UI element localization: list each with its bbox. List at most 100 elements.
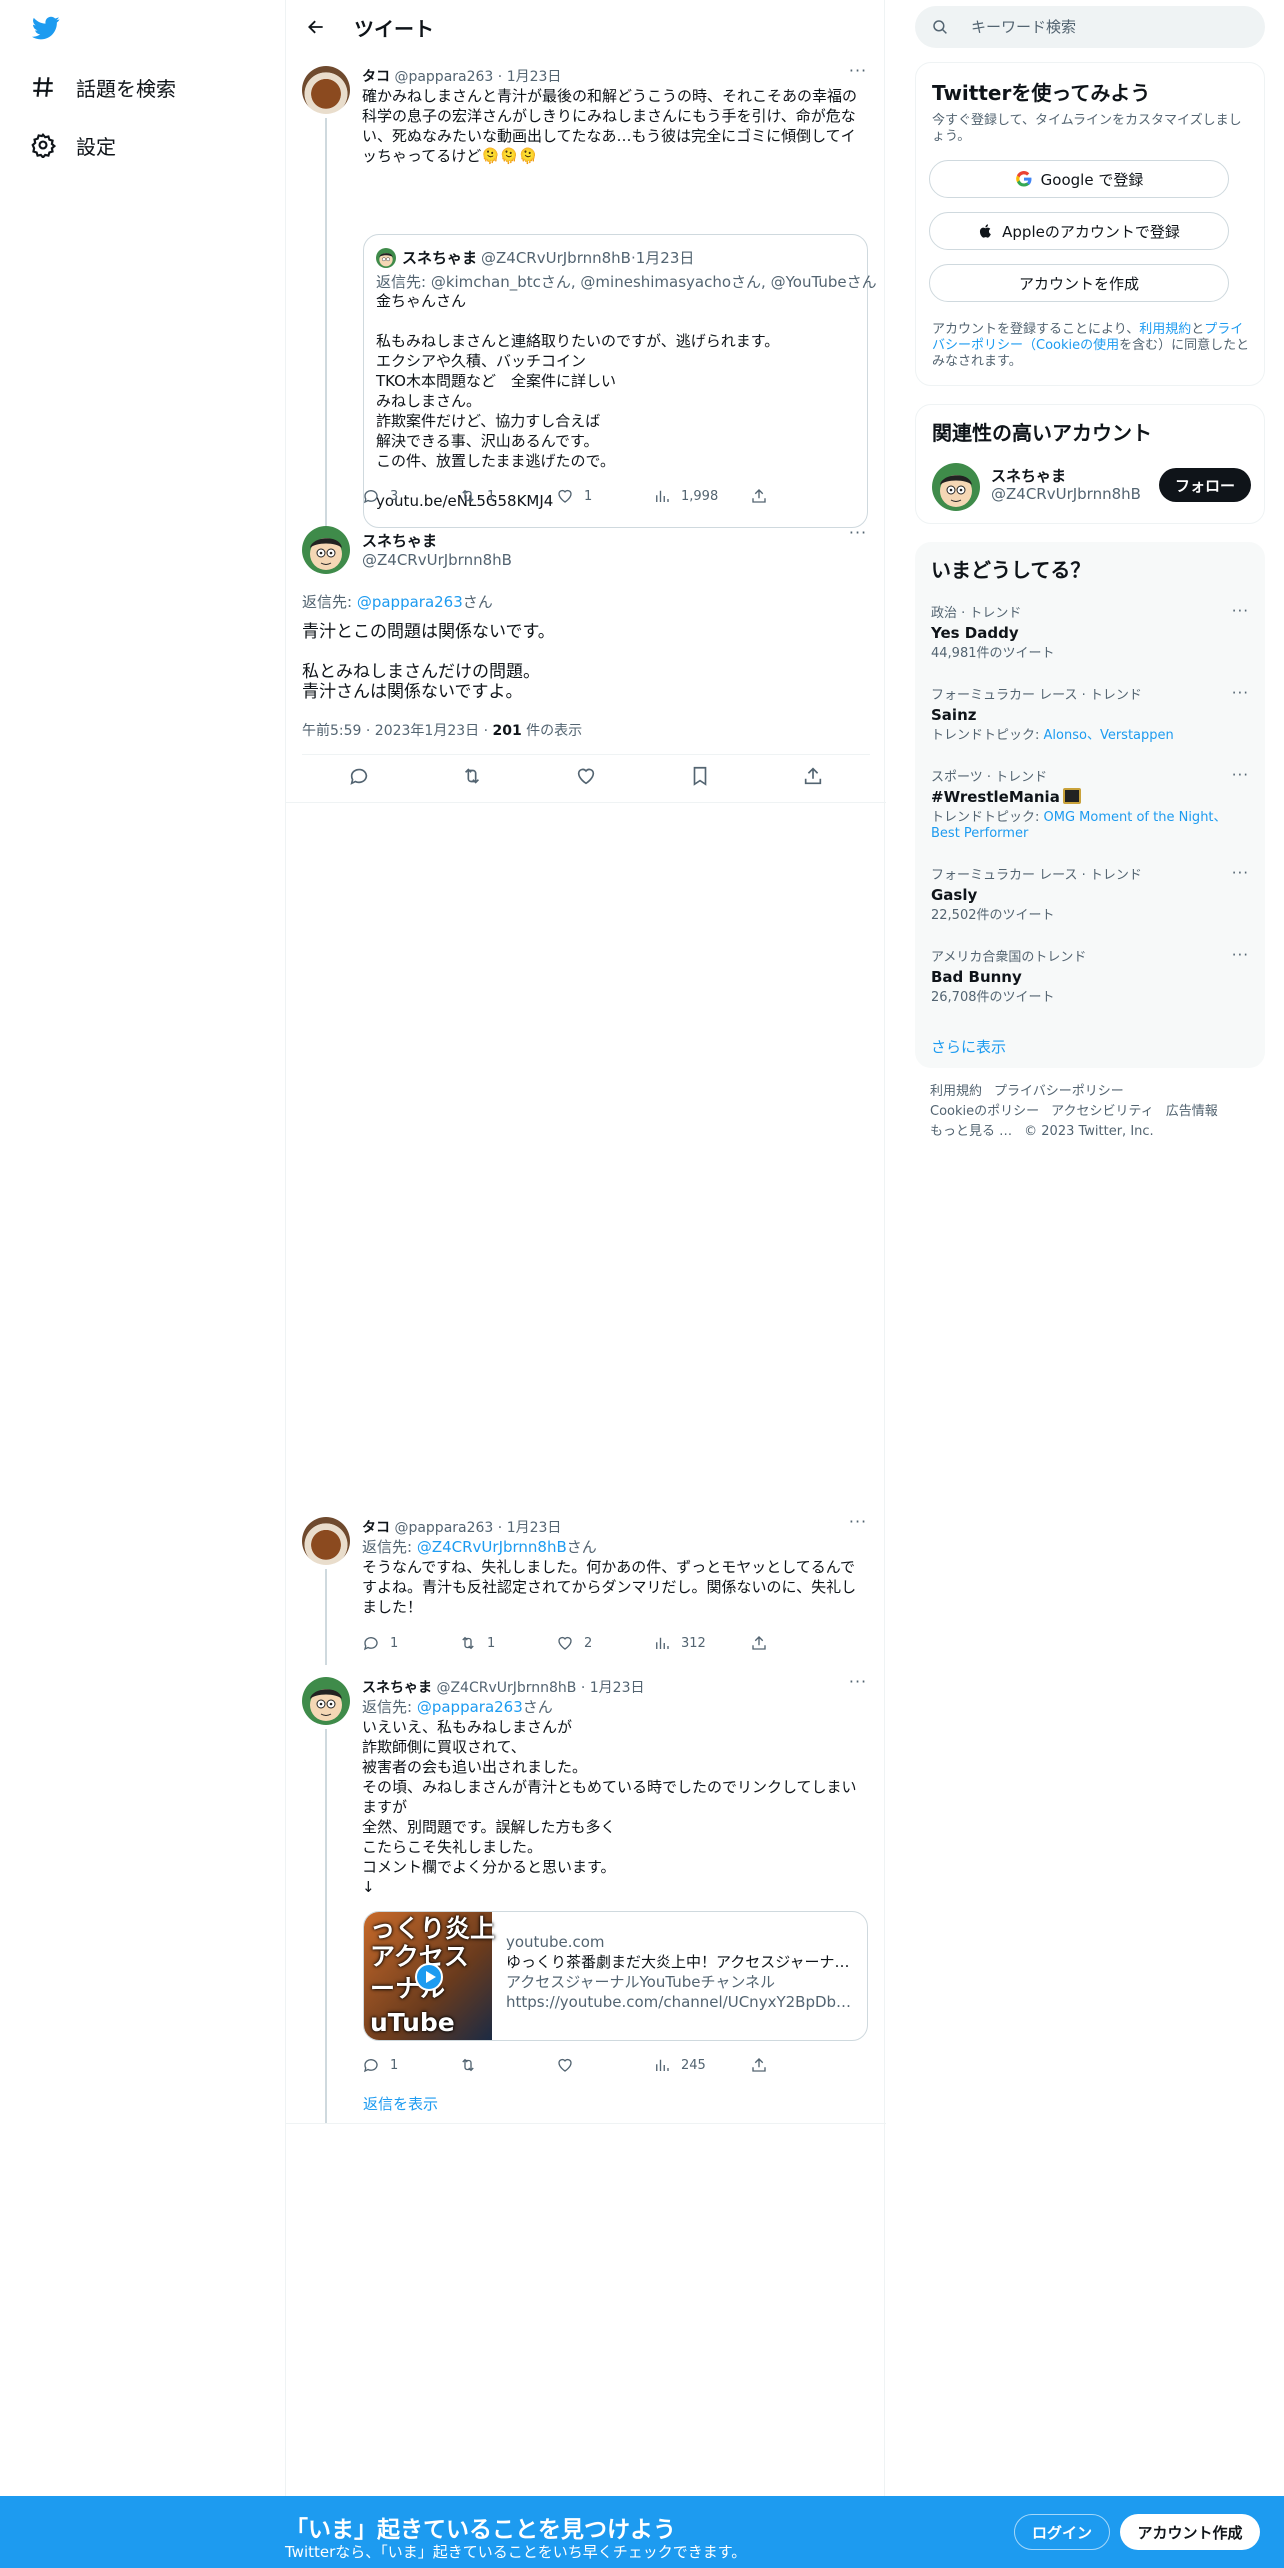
related-name[interactable]: スネちゃま — [991, 465, 1066, 486]
tweet-date[interactable]: 1月23日 — [590, 1680, 645, 1696]
related-title: 関連性の高いアカウント — [932, 421, 1152, 445]
share-button[interactable] — [750, 485, 847, 507]
nav-explore[interactable]: 話題を検索 — [28, 67, 176, 107]
create-account-button[interactable]: アカウントを作成 — [929, 264, 1229, 302]
author-handle[interactable]: @Z4CRvUrJbrnn8hB — [362, 551, 512, 569]
like-button[interactable] — [556, 2054, 653, 2076]
share-icon[interactable] — [802, 765, 824, 787]
signup-button[interactable]: アカウント作成 — [1120, 2514, 1260, 2550]
tweet-date[interactable]: 1月23日 — [507, 1520, 562, 1536]
like-button[interactable]: 2 — [556, 1632, 653, 1654]
author-handle[interactable]: @Z4CRvUrJbrnn8hB — [436, 1680, 576, 1696]
google-signup-button[interactable]: Google で登録 — [929, 160, 1229, 198]
author-handle[interactable]: @pappara263 — [394, 69, 493, 85]
card-title: ゆっくり茶番劇まだ大炎上中！アクセスジャーナル… — [506, 1953, 856, 1971]
view-count: 245 — [681, 2057, 706, 2073]
author-name[interactable]: タコ — [362, 69, 390, 85]
nav-explore-label: 話題を検索 — [76, 76, 176, 101]
trend-item[interactable]: フォーミュラカー レース · トレンド Gasly 22,502件のツイート ·… — [931, 864, 1249, 924]
more-icon[interactable]: ··· — [1232, 766, 1249, 784]
trend-item[interactable]: 政治 · トレンド Yes Daddy 44,981件のツイート ··· — [931, 602, 1249, 662]
play-icon[interactable] — [415, 1963, 443, 1991]
share-icon — [752, 1636, 766, 1650]
heart-icon[interactable] — [575, 765, 597, 787]
sidebar-footer: 利用規約 プライバシーポリシー Cookieのポリシー アクセシビリティ 広告情報 も… — [930, 1082, 1260, 1142]
search-box[interactable] — [915, 6, 1265, 48]
trend-item[interactable]: スポーツ · トレンド #WrestleMania トレンドトピック: OMG … — [931, 766, 1249, 842]
retweet-button[interactable]: 1 — [459, 1632, 556, 1654]
share-icon — [752, 2058, 766, 2072]
avatar[interactable] — [302, 526, 350, 574]
reply-icon[interactable] — [348, 765, 370, 787]
reply-icon — [363, 490, 378, 504]
nav-settings-label: 設定 — [76, 134, 116, 159]
footer-link[interactable]: プライバシーポリシー — [994, 1084, 1124, 1099]
login-button[interactable]: ログイン — [1014, 2514, 1110, 2550]
reply-tweet[interactable]: タコ @pappara263 · 1月23日 ··· 返信先: @Z4CRvUr… — [286, 1505, 886, 1665]
tweet-date[interactable]: 1月23日 — [507, 69, 562, 85]
views-button[interactable]: 1,998 — [653, 485, 750, 507]
more-icon[interactable]: ··· — [846, 63, 870, 82]
avatar[interactable] — [302, 1677, 350, 1725]
views-icon — [656, 490, 669, 502]
retweet-icon[interactable] — [461, 765, 483, 787]
signup-title: Twitterを使ってみよう — [932, 81, 1151, 105]
card-thumbnail: っくり炎上 アクセス ーナル uTube — [364, 1912, 495, 2040]
trend-item[interactable]: アメリカ合衆国のトレンド Bad Bunny 26,708件のツイート ··· — [931, 946, 1249, 1006]
footer-link[interactable]: 広告情報 — [1166, 1104, 1218, 1119]
quote-tweet[interactable]: スネちゃま @Z4CRvUrJbrnn8hB · 1月23日 返信先: @kim… — [363, 234, 877, 528]
avatar[interactable] — [302, 1517, 350, 1565]
author-name[interactable]: スネちゃま — [362, 1680, 432, 1696]
show-replies-link[interactable]: 返信を表示 — [363, 2093, 438, 2114]
views-button[interactable]: 245 — [653, 2054, 750, 2076]
more-icon[interactable]: ··· — [1232, 684, 1249, 702]
more-icon[interactable]: ··· — [846, 1514, 870, 1533]
tweet-meta: タコ @pappara263 · 1月23日 — [362, 69, 562, 85]
follow-button[interactable]: フォロー — [1159, 468, 1251, 502]
reply-button[interactable]: 1 — [362, 2054, 459, 2076]
reply-tweet[interactable]: スネちゃま @Z4CRvUrJbrnn8hB · 1月23日 ··· 返信先: … — [286, 1665, 886, 2123]
reply-to-handle[interactable]: @pappara263 — [417, 1698, 523, 1716]
show-more-link[interactable]: さらに表示 — [931, 1036, 1006, 1057]
footer-link[interactable]: 利用規約 — [930, 1084, 982, 1099]
more-icon[interactable]: ··· — [1232, 946, 1249, 964]
reply-button[interactable]: 3 — [362, 485, 459, 507]
avatar[interactable] — [302, 66, 350, 114]
author-handle[interactable]: @pappara263 — [394, 1520, 493, 1536]
footer-link[interactable]: アクセシビリティ — [1051, 1104, 1154, 1119]
views-button[interactable]: 312 — [653, 1632, 750, 1654]
retweet-count: 1 — [487, 1635, 496, 1651]
search-input[interactable] — [971, 18, 1231, 36]
related-handle[interactable]: @Z4CRvUrJbrnn8hB — [991, 485, 1141, 503]
link-card[interactable]: っくり炎上 アクセス ーナル uTube youtube.com ゆっくり茶番劇… — [363, 1911, 868, 2041]
more-icon[interactable]: ··· — [846, 525, 870, 544]
reply-to-handle[interactable]: @pappara263 — [357, 593, 463, 611]
twitter-logo-icon[interactable] — [30, 14, 62, 42]
terms-link[interactable]: 利用規約 — [1139, 322, 1191, 337]
nav-settings[interactable]: 設定 — [28, 125, 116, 165]
like-button[interactable]: 1 — [556, 485, 653, 507]
reply-button[interactable]: 1 — [362, 1632, 459, 1654]
parent-tweet[interactable]: タコ @pappara263 · 1月23日 ··· 確かみねしまさんと青汁が最… — [286, 54, 886, 558]
footer-link[interactable]: もっと見る … — [930, 1124, 1012, 1139]
retweet-button[interactable] — [459, 2054, 556, 2076]
avatar[interactable] — [932, 463, 980, 511]
tweet-timestamp: 午前5:59 · 2023年1月23日 · 201 件の表示 — [302, 723, 583, 739]
reply-to-handle[interactable]: @Z4CRvUrJbrnn8hB — [417, 1538, 567, 1556]
more-icon[interactable]: ··· — [1232, 864, 1249, 882]
author-name[interactable]: スネちゃま — [362, 530, 437, 551]
share-button[interactable] — [750, 1632, 847, 1654]
share-button[interactable] — [750, 2054, 847, 2076]
bookmark-icon[interactable] — [689, 765, 711, 787]
apple-signup-button[interactable]: Appleのアカウントで登録 — [929, 212, 1229, 250]
retweet-icon — [462, 489, 474, 503]
retweet-button[interactable]: 1 — [459, 485, 556, 507]
back-arrow-icon[interactable] — [298, 9, 334, 45]
author-name[interactable]: タコ — [362, 1520, 390, 1536]
card-url: https://youtube.com/channel/UCnyxY2BpDbb… — [506, 1993, 856, 2011]
footer-link[interactable]: Cookieのポリシー — [930, 1104, 1039, 1119]
more-icon[interactable]: ··· — [846, 1674, 870, 1693]
trend-item[interactable]: フォーミュラカー レース · トレンド Sainz トレンドトピック: Alon… — [931, 684, 1249, 744]
reply-icon — [363, 1637, 378, 1651]
more-icon[interactable]: ··· — [1232, 602, 1249, 620]
